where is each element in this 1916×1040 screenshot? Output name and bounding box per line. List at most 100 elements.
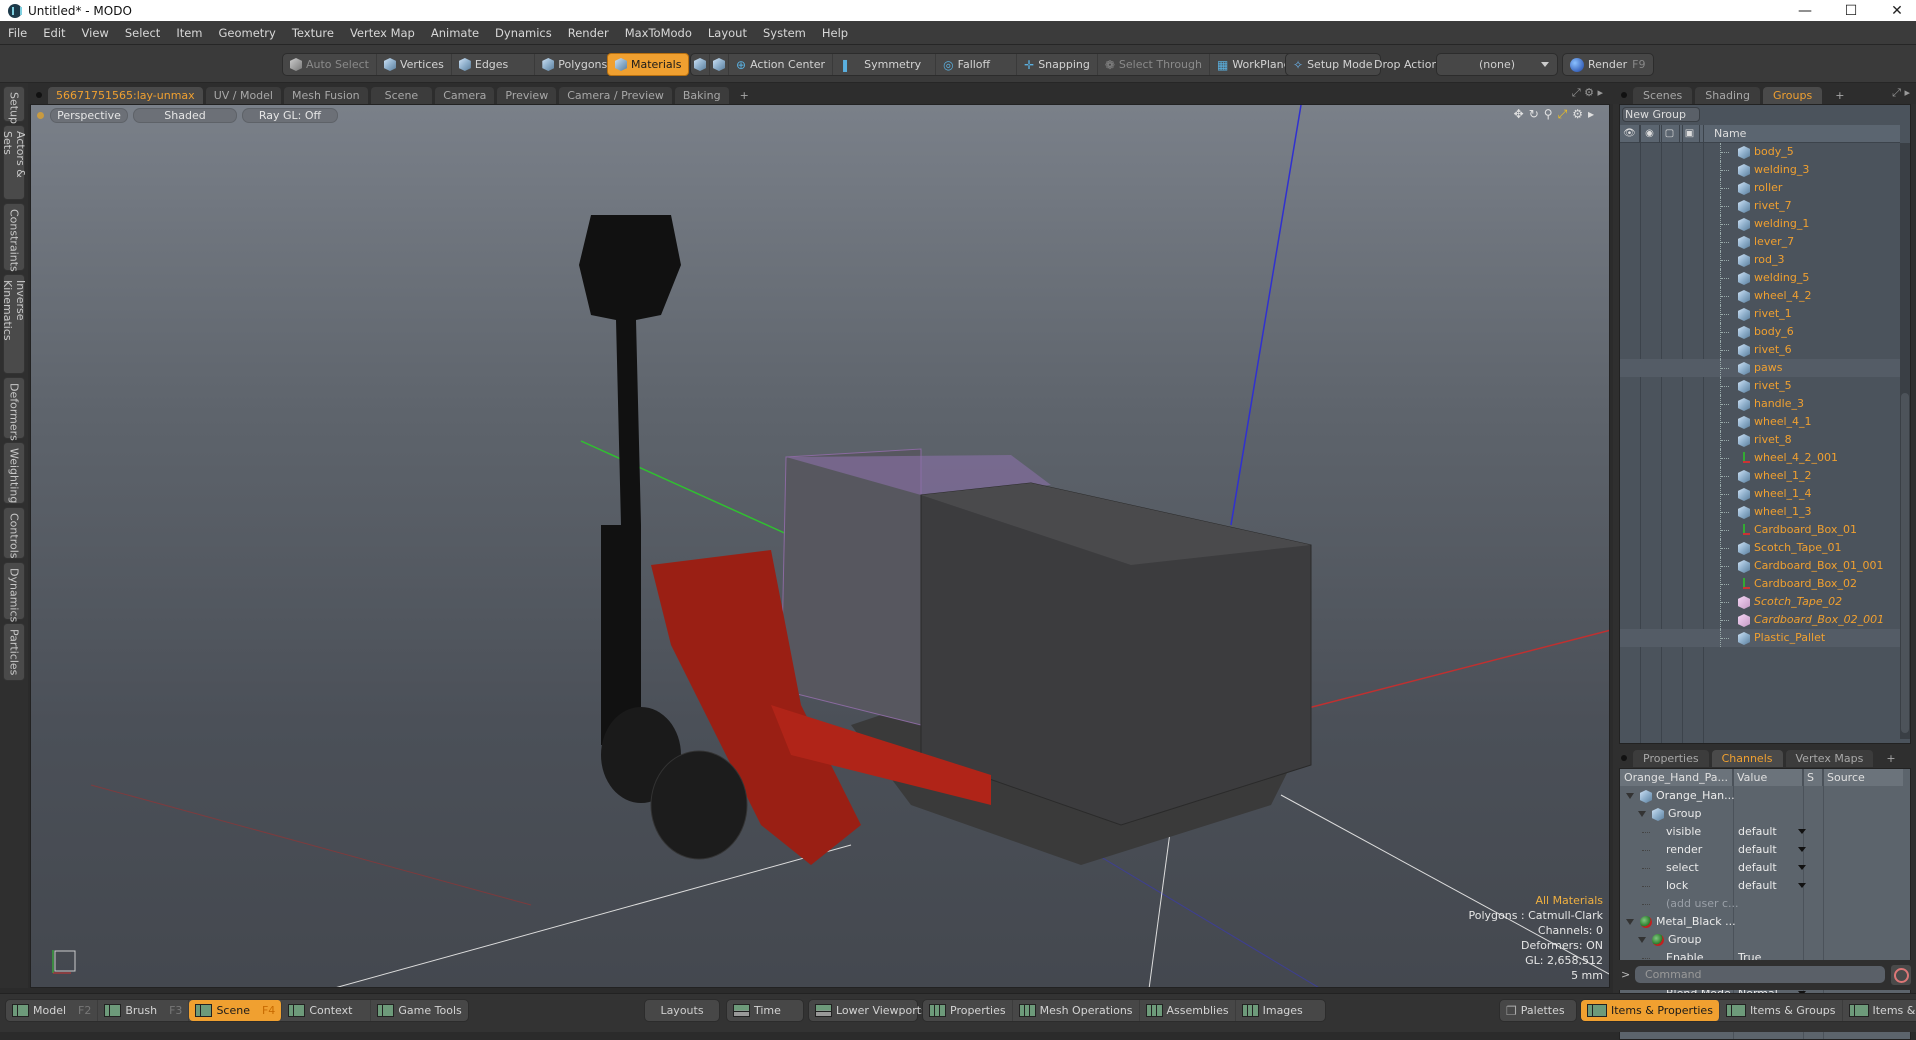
menu-item[interactable]: Item — [168, 26, 210, 40]
group-item[interactable]: Cardboard_Box_02 — [1620, 575, 1900, 593]
channel-row[interactable]: lockdefault — [1620, 877, 1903, 895]
group-item[interactable]: body_6 — [1620, 323, 1900, 341]
name-column-header[interactable]: Name — [1700, 127, 1746, 140]
expand-arrow-icon[interactable] — [1626, 793, 1634, 799]
add-panel-tab-button[interactable]: + — [1825, 87, 1854, 104]
group-item[interactable]: lever_7 — [1620, 233, 1900, 251]
workspace-items-groups[interactable]: Items & Groups — [1720, 1000, 1843, 1021]
menu-render[interactable]: Render — [560, 26, 617, 40]
group-item[interactable]: wheel_4_1 — [1620, 413, 1900, 431]
tab-channels[interactable]: Channels — [1712, 750, 1783, 767]
group-item[interactable]: wheel_4_2_001 — [1620, 449, 1900, 467]
group-item[interactable]: roller — [1620, 179, 1900, 197]
tab-particles[interactable]: Particles — [3, 623, 25, 681]
channel-row[interactable]: Group — [1620, 805, 1903, 823]
mode-brush-button[interactable]: BrushF3 — [98, 1000, 189, 1021]
palettes-button[interactable]: ❐Palettes — [1499, 999, 1577, 1022]
group-item[interactable]: rivet_5 — [1620, 377, 1900, 395]
workspace-items-properties[interactable]: Items & Properties — [1581, 1000, 1720, 1021]
edges-button[interactable]: Edges — [452, 54, 535, 75]
group-item[interactable]: welding_5 — [1620, 269, 1900, 287]
tab-vertex-maps[interactable]: Vertex Maps — [1786, 750, 1874, 767]
workspace-items-shading[interactable]: Items & Shading — [1843, 1000, 1916, 1021]
record-macro-button[interactable] — [1891, 965, 1911, 985]
materials-button[interactable]: Materials — [607, 53, 689, 76]
channel-name-header[interactable]: Orange_Hand_Pa... — [1620, 769, 1733, 786]
tab-controls[interactable]: Controls — [3, 507, 25, 559]
visibility-column-icon[interactable]: 👁 — [1620, 125, 1640, 143]
group-item[interactable]: wheel_1_2 — [1620, 467, 1900, 485]
add-tab-button[interactable]: + — [732, 87, 757, 104]
expand-arrow-icon[interactable] — [1626, 919, 1634, 925]
group-item[interactable]: Scotch_Tape_01 — [1620, 539, 1900, 557]
tab-dynamics[interactable]: Dynamics — [3, 562, 25, 620]
group-item[interactable]: Cardboard_Box_01_001 — [1620, 557, 1900, 575]
menu-layout[interactable]: Layout — [700, 26, 755, 40]
groups-scrollbar[interactable] — [1900, 143, 1910, 739]
group-item[interactable]: rivet_8 — [1620, 431, 1900, 449]
assemblies-button[interactable]: Assemblies — [1140, 1000, 1236, 1021]
tab-deformers[interactable]: Deformers — [3, 377, 25, 439]
channel-row[interactable]: Orange_Han... — [1620, 787, 1903, 805]
minimize-button[interactable]: — — [1782, 0, 1828, 21]
tab-shading[interactable]: Shading — [1695, 87, 1760, 104]
tab-camera[interactable]: Camera — [435, 87, 494, 104]
menu-edit[interactable]: Edit — [35, 26, 73, 40]
close-button[interactable]: ✕ — [1874, 0, 1916, 21]
group-item[interactable]: wheel_1_4 — [1620, 485, 1900, 503]
channel-value-header[interactable]: Value — [1733, 769, 1803, 786]
menu-dynamics[interactable]: Dynamics — [487, 26, 560, 40]
3d-viewport[interactable]: Perspective Shaded Ray GL: Off ✥↻⚲⤢⚙▸ — [30, 104, 1610, 988]
select-column-icon[interactable]: ▣ — [1680, 125, 1700, 143]
menu-file[interactable]: File — [0, 26, 35, 40]
channel-value[interactable]: default — [1738, 843, 1777, 856]
channel-value[interactable]: default — [1738, 861, 1777, 874]
scrollbar-thumb[interactable] — [1901, 393, 1909, 733]
group-item[interactable]: body_5 — [1620, 143, 1900, 161]
group-item[interactable]: Cardboard_Box_02_001 — [1620, 611, 1900, 629]
channel-row[interactable]: Metal_Black ... — [1620, 913, 1903, 931]
channel-row[interactable]: renderdefault — [1620, 841, 1903, 859]
images-button[interactable]: Images — [1236, 1000, 1325, 1021]
tab-properties[interactable]: Properties — [1633, 750, 1709, 767]
group-item[interactable]: welding_1 — [1620, 215, 1900, 233]
action-center-button[interactable]: ⊕Action Center — [729, 54, 833, 75]
tab-preview[interactable]: Preview — [497, 87, 556, 104]
channel-row[interactable]: visibledefault — [1620, 823, 1903, 841]
group-item[interactable]: rivet_6 — [1620, 341, 1900, 359]
tab-inverse-kinematics[interactable]: Inverse Kinematics — [3, 274, 25, 374]
vertices-button[interactable]: Vertices — [377, 54, 452, 75]
new-group-button[interactable]: New Group — [1622, 107, 1700, 122]
tab-constraints[interactable]: Constraints — [3, 203, 25, 271]
tab-weighting[interactable]: Weighting — [3, 442, 25, 504]
group-item[interactable]: handle_3 — [1620, 395, 1900, 413]
channel-row[interactable]: selectdefault — [1620, 859, 1903, 877]
snapping-button[interactable]: ✛Snapping — [1017, 54, 1098, 75]
channel-s-header[interactable]: S — [1803, 769, 1823, 786]
chevron-down-icon[interactable] — [1798, 847, 1806, 852]
lower-viewports-button[interactable]: Lower Viewports — [808, 999, 918, 1022]
menu-texture[interactable]: Texture — [284, 26, 342, 40]
time-panel-button[interactable]: Time — [726, 999, 804, 1022]
render-button[interactable]: Render F9 — [1563, 54, 1653, 75]
tab-groups[interactable]: Groups — [1763, 87, 1822, 104]
menu-maxtomodo[interactable]: MaxToModo — [617, 26, 700, 40]
tab-actors-sets[interactable]: Actors & Sets — [3, 125, 25, 200]
select-item-button[interactable] — [691, 54, 710, 75]
channel-row[interactable]: Group — [1620, 931, 1903, 949]
maximize-button[interactable]: ☐ — [1828, 0, 1874, 21]
panel-expand-icon[interactable]: ⤢ ▸ — [1892, 86, 1910, 100]
select-through-button[interactable]: ❁Select Through — [1098, 54, 1210, 75]
properties-panel-button[interactable]: Properties — [923, 1000, 1013, 1021]
tab-mesh-fusion[interactable]: Mesh Fusion — [284, 87, 368, 104]
viewport-panel-options-icon[interactable]: ⤢ ⚙ ▸ — [1572, 86, 1603, 100]
chevron-down-icon[interactable] — [1798, 865, 1806, 870]
tab-setup[interactable]: Setup — [3, 86, 25, 122]
tab-scene[interactable]: Scene — [371, 87, 433, 104]
channel-row[interactable]: (add user c... — [1620, 895, 1903, 913]
menu-view[interactable]: View — [74, 26, 117, 40]
command-input[interactable]: Command — [1635, 966, 1885, 983]
menu-vertex-map[interactable]: Vertex Map — [342, 26, 423, 40]
drop-action-select[interactable]: (none) — [1436, 53, 1558, 76]
falloff-button[interactable]: ◎Falloff — [936, 54, 1017, 75]
